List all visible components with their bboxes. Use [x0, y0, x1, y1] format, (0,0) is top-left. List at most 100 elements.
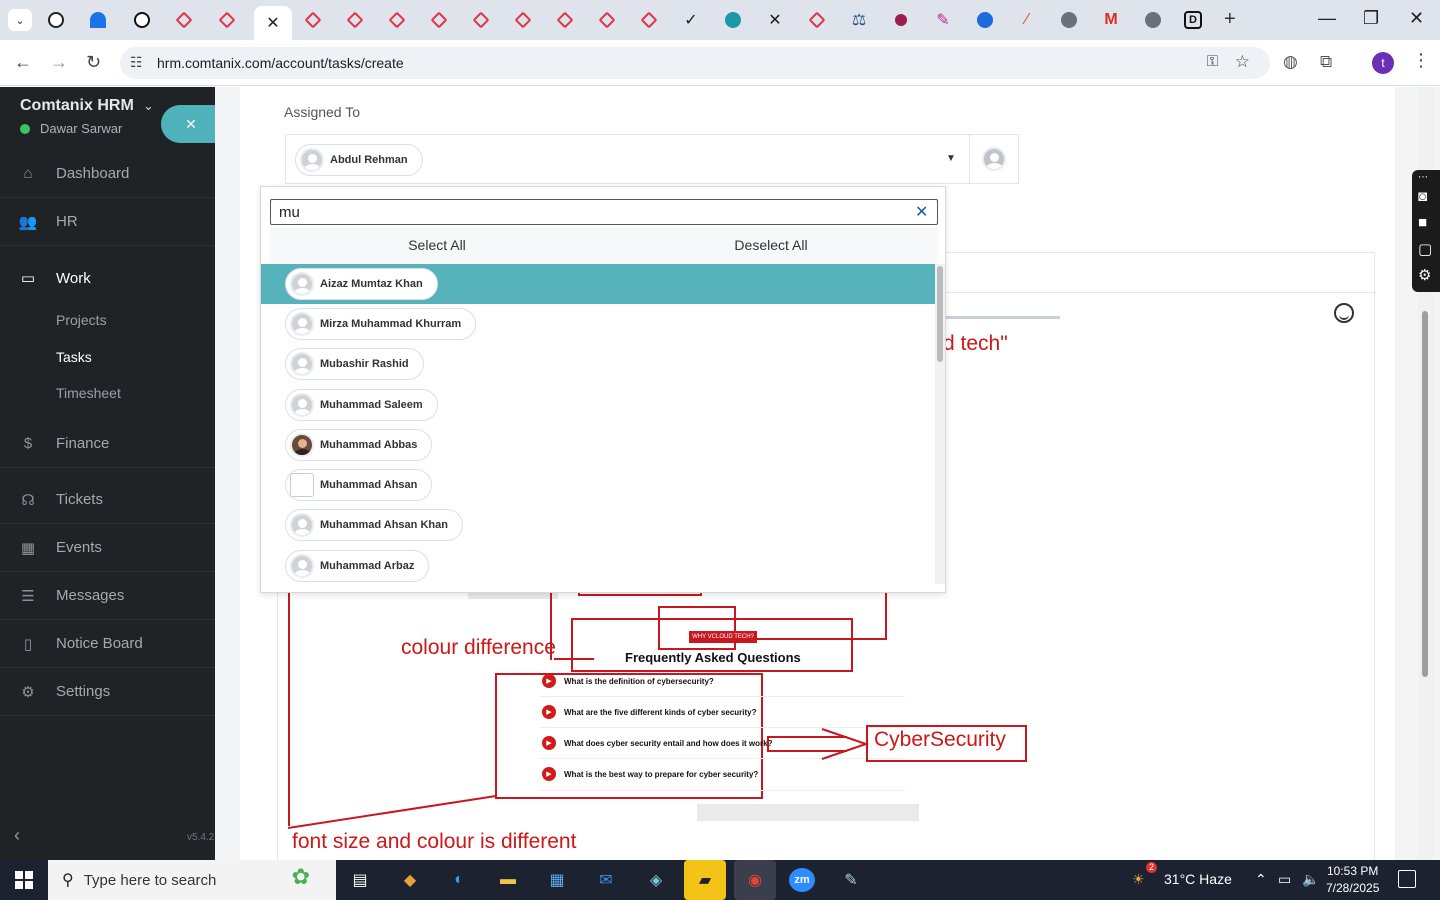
tab-favicon-7[interactable]: [344, 9, 366, 31]
tab-favicon-slash-icon[interactable]: ⁄: [1016, 9, 1038, 31]
copilot-icon[interactable]: ◆: [397, 868, 423, 892]
app-diamond-icon[interactable]: ◈: [643, 868, 669, 892]
page-scroll-thumb[interactable]: [1422, 311, 1428, 677]
dropdown-scrollbar[interactable]: [935, 264, 945, 584]
sidebar-subitem-tasks[interactable]: Tasks: [56, 349, 92, 365]
tab-search-chevron-icon[interactable]: ⌄: [8, 9, 32, 31]
window-minimize-button[interactable]: —: [1318, 8, 1336, 29]
list-item[interactable]: Muhammad Saleem: [261, 385, 935, 425]
tab-favicon-globe-icon[interactable]: [1058, 9, 1080, 31]
notification-icon[interactable]: [1398, 870, 1416, 888]
sidebar-subitem-projects[interactable]: Projects: [56, 312, 107, 328]
tab-favicon-16[interactable]: [722, 9, 744, 31]
site-settings-icon[interactable]: ☷: [130, 54, 143, 71]
edge-icon[interactable]: ◐: [446, 868, 472, 892]
tab-favicon-14[interactable]: [638, 9, 660, 31]
tab-favicon-gmail-icon[interactable]: M: [1100, 9, 1122, 31]
address-bar[interactable]: ☷ hrm.comtanix.com/account/tasks/create …: [120, 47, 1270, 79]
tab-favicon-10[interactable]: [470, 9, 492, 31]
sidebar-item-dashboard[interactable]: ⌂ Dashboard: [0, 150, 215, 198]
emoji-smiley-icon[interactable]: [1334, 303, 1354, 323]
browser-menu-icon[interactable]: ⋮: [1412, 50, 1430, 71]
window-maximize-button[interactable]: ❐: [1363, 8, 1379, 29]
camera-icon[interactable]: ◙: [1418, 188, 1427, 205]
translate-globe-icon[interactable]: ◍: [1283, 52, 1298, 72]
tab-favicon-20[interactable]: [890, 9, 912, 31]
window-icon[interactable]: ▢: [1418, 240, 1432, 258]
volume-icon[interactable]: 🔈: [1302, 871, 1319, 888]
paint-icon[interactable]: ✎: [838, 868, 864, 892]
list-item[interactable]: Muhammad Arbaz: [261, 546, 935, 584]
tab-favicon-1[interactable]: [45, 9, 67, 31]
new-tab-button[interactable]: +: [1224, 8, 1236, 31]
video-camera-icon[interactable]: ■: [1418, 214, 1427, 231]
link-dots-icon[interactable]: ⋯: [1418, 172, 1428, 183]
assigned-to-select[interactable]: Abdul Rehman ▼: [285, 134, 970, 184]
tab-favicon-4[interactable]: [173, 9, 195, 31]
window-close-button[interactable]: ✕: [1409, 8, 1424, 29]
task-view-icon[interactable]: ▤: [347, 868, 373, 892]
zoom-icon[interactable]: zm: [789, 868, 815, 892]
bookmark-star-icon[interactable]: ☆: [1235, 52, 1250, 72]
list-item[interactable]: Muhammad Abbas: [261, 425, 935, 465]
assignee-search-input[interactable]: [270, 199, 938, 225]
sidebar-item-notice-board[interactable]: ▯ Notice Board: [0, 620, 215, 668]
list-item[interactable]: Muhammad Ahsan: [261, 465, 935, 505]
tab-favicon-18[interactable]: [806, 9, 828, 31]
tab-favicon-9[interactable]: [428, 9, 450, 31]
sidebar-collapse-icon[interactable]: ‹: [14, 825, 20, 846]
tab-favicon-12[interactable]: [554, 9, 576, 31]
add-assignee-button[interactable]: [969, 134, 1019, 184]
list-item[interactable]: Mubashir Rashid: [261, 344, 935, 384]
tab-favicon-2[interactable]: [87, 9, 109, 31]
network-icon[interactable]: ▭: [1278, 871, 1291, 888]
tray-chevron-up-icon[interactable]: ⌃: [1255, 871, 1267, 888]
sticky-notes-icon[interactable]: ▰: [684, 860, 726, 900]
tab-favicon-6[interactable]: [302, 9, 324, 31]
chevron-down-icon[interactable]: ⌄: [143, 98, 154, 114]
chrome-icon[interactable]: ◉: [734, 860, 776, 900]
clear-search-icon[interactable]: ✕: [915, 202, 928, 222]
back-arrow-icon[interactable]: ←: [14, 52, 32, 73]
weather-icon[interactable]: ☀: [1132, 871, 1145, 888]
select-all-button[interactable]: Select All: [270, 227, 604, 263]
list-item[interactable]: Mirza Muhammad Khurram: [261, 304, 935, 344]
tab-favicon-check-icon[interactable]: ✓: [680, 9, 702, 31]
tab-favicon-22[interactable]: [974, 9, 996, 31]
profile-avatar[interactable]: t: [1372, 52, 1394, 74]
sidebar-item-events[interactable]: ▦ Events: [0, 524, 215, 572]
tab-favicon-x-icon[interactable]: ✕: [764, 9, 786, 31]
taskbar-clock[interactable]: 10:53 PM 7/28/2025: [1326, 863, 1379, 897]
selected-user-chip[interactable]: Abdul Rehman: [295, 144, 423, 176]
extensions-puzzle-icon[interactable]: ⧉: [1320, 52, 1332, 72]
weather-text[interactable]: 31°C Haze: [1164, 871, 1232, 887]
tab-favicon-5[interactable]: [216, 9, 238, 31]
tab-favicon-d-icon[interactable]: D: [1184, 11, 1202, 29]
mail-icon[interactable]: ✉: [593, 868, 619, 892]
sidebar-item-work[interactable]: ▭ Work: [0, 254, 215, 302]
start-button[interactable]: [0, 860, 48, 900]
tab-favicon-3[interactable]: [131, 9, 153, 31]
sidebar-item-settings[interactable]: ⚙ Settings: [0, 668, 215, 716]
taskbar-search-box[interactable]: ⚲ Type here to search ✿: [48, 860, 336, 900]
tab-favicon-13[interactable]: [596, 9, 618, 31]
sidebar-item-tickets[interactable]: ☊ Tickets: [0, 476, 215, 524]
active-tab-close-icon[interactable]: ✕: [254, 6, 292, 40]
url-text[interactable]: hrm.comtanix.com/account/tasks/create: [157, 55, 404, 71]
list-item[interactable]: Aizaz Mumtaz Khan: [261, 264, 935, 304]
brand-name[interactable]: Comtanix HRM: [20, 97, 134, 115]
sidebar-item-finance[interactable]: $ Finance: [0, 420, 215, 468]
deselect-all-button[interactable]: Deselect All: [604, 227, 938, 263]
tab-favicon-globe-icon-2[interactable]: [1142, 9, 1164, 31]
tab-favicon-11[interactable]: [512, 9, 534, 31]
store-icon[interactable]: ▦: [544, 868, 570, 892]
tab-favicon-scale-icon[interactable]: ⚖: [848, 9, 870, 31]
file-explorer-icon[interactable]: ▬: [495, 868, 521, 892]
sidebar-item-hr[interactable]: 👥 HR: [0, 198, 215, 246]
sidebar-close-button[interactable]: ✕: [161, 105, 221, 143]
gear-icon[interactable]: ⚙: [1418, 266, 1431, 284]
password-key-icon[interactable]: ⚿: [1207, 53, 1218, 70]
list-item[interactable]: Muhammad Ahsan Khan: [261, 505, 935, 545]
caret-down-icon[interactable]: ▼: [946, 153, 956, 164]
dropdown-scroll-thumb[interactable]: [937, 266, 943, 362]
